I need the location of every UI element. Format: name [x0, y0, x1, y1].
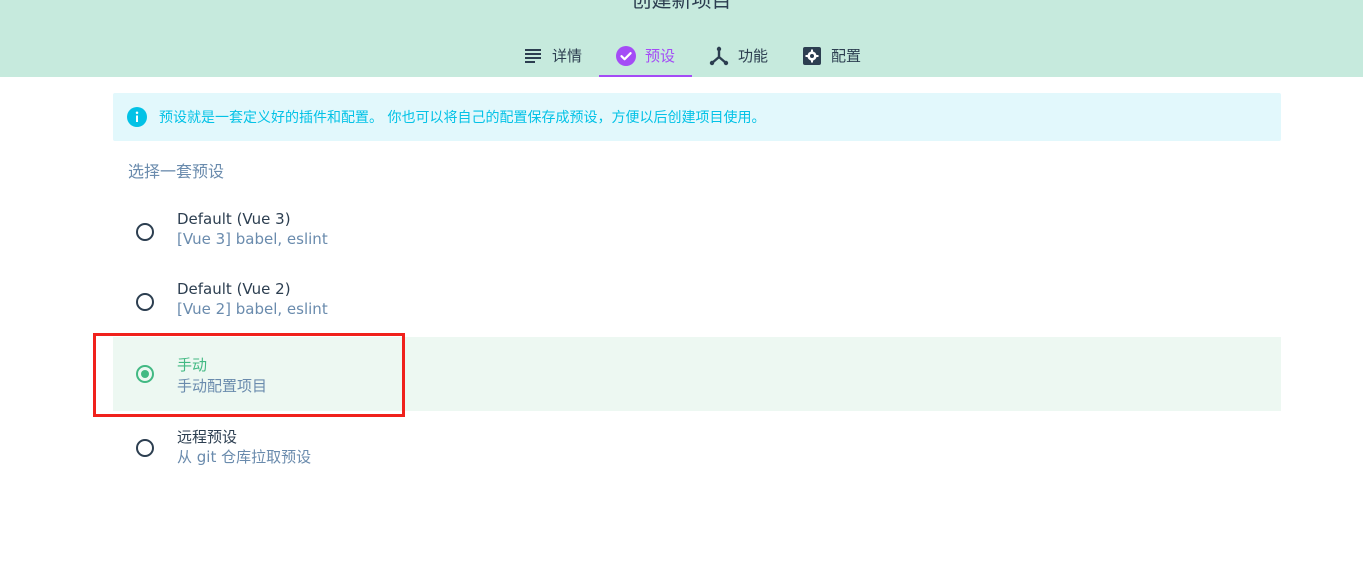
- preset-name: 远程预设: [177, 428, 238, 446]
- tab-config[interactable]: 配置: [785, 36, 878, 77]
- header: 创建新项目 详情 预设 功能 配置: [0, 0, 1363, 77]
- tab-config-label: 配置: [831, 47, 862, 65]
- tab-details[interactable]: 详情: [506, 36, 599, 77]
- tab-features-label: 功能: [738, 47, 769, 65]
- preset-description: 从 git 仓库拉取预设: [177, 448, 312, 466]
- preset-name: Default (Vue 3): [177, 210, 291, 228]
- preset-name: 手动: [177, 356, 208, 374]
- radio-button[interactable]: [136, 223, 154, 241]
- list-icon: [523, 46, 543, 66]
- tab-details-label: 详情: [552, 47, 583, 65]
- preset-section-label: 选择一套预设: [128, 162, 225, 181]
- preset-description: [Vue 3] babel, eslint: [177, 230, 328, 248]
- tab-bar: 详情 预设 功能 配置: [506, 36, 878, 77]
- info-icon: [127, 107, 147, 127]
- radio-button[interactable]: [136, 293, 154, 311]
- radio-button[interactable]: [136, 439, 154, 457]
- preset-option-remote[interactable]: 远程预设 从 git 仓库拉取预设: [113, 412, 1281, 484]
- check-circle-icon: [616, 45, 637, 66]
- settings-applications-icon: [802, 46, 822, 66]
- tab-presets[interactable]: 预设: [599, 36, 693, 77]
- preset-name: Default (Vue 2): [177, 280, 291, 298]
- info-banner: 预设就是一套定义好的插件和配置。 你也可以将自己的配置保存成预设，方便以后创建项…: [113, 93, 1281, 141]
- preset-description: 手动配置项目: [177, 377, 268, 395]
- preset-description: [Vue 2] babel, eslint: [177, 300, 328, 318]
- tab-features[interactable]: 功能: [692, 36, 785, 77]
- page-title: 创建新项目: [631, 0, 732, 12]
- preset-option-manual[interactable]: 手动 手动配置项目: [113, 337, 1281, 411]
- preset-option-default-vue2[interactable]: Default (Vue 2) [Vue 2] babel, eslint: [113, 266, 1281, 338]
- preset-option-default-vue3[interactable]: Default (Vue 3) [Vue 3] babel, eslint: [113, 196, 1281, 268]
- tab-presets-label: 预设: [645, 47, 676, 65]
- call-split-icon: [709, 46, 729, 66]
- radio-button-selected[interactable]: [136, 365, 154, 383]
- info-text: 预设就是一套定义好的插件和配置。 你也可以将自己的配置保存成预设，方便以后创建项…: [159, 110, 766, 126]
